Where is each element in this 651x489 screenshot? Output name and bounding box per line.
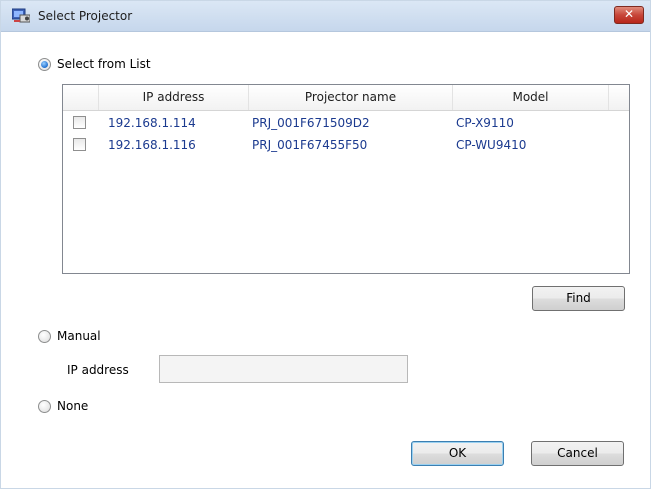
header-model[interactable]: Model: [453, 85, 609, 110]
select-from-list-label[interactable]: Select from List: [57, 57, 151, 71]
close-icon: ✕: [623, 7, 635, 21]
none-label[interactable]: None: [57, 399, 88, 413]
header-ip-address[interactable]: IP address: [99, 85, 249, 110]
ip-address-input[interactable]: [159, 355, 408, 383]
manual-label[interactable]: Manual: [57, 329, 101, 343]
window-title: Select Projector: [38, 9, 133, 23]
projector-app-icon: [11, 7, 31, 23]
close-button[interactable]: ✕: [614, 6, 644, 24]
select-projector-dialog: Select Projector ✕ Select from List IP a…: [0, 0, 651, 489]
none-radio[interactable]: [38, 400, 51, 413]
cancel-button[interactable]: Cancel: [531, 441, 624, 466]
table-row[interactable]: 192.168.1.114 PRJ_001F671509D2 CP-X9110: [63, 112, 629, 134]
row-projector-name: PRJ_001F67455F50: [252, 138, 368, 152]
header-checkbox-column[interactable]: [63, 85, 99, 110]
find-button[interactable]: Find: [532, 286, 625, 311]
header-projector-name[interactable]: Projector name: [249, 85, 453, 110]
row-model: CP-X9110: [456, 116, 514, 130]
title-bar[interactable]: Select Projector ✕: [1, 1, 650, 32]
select-from-list-radio[interactable]: [38, 58, 51, 71]
row-ip-address: 192.168.1.114: [108, 116, 196, 130]
row-checkbox[interactable]: [73, 116, 86, 129]
row-ip-address: 192.168.1.116: [108, 138, 196, 152]
table-row[interactable]: 192.168.1.116 PRJ_001F67455F50 CP-WU9410: [63, 134, 629, 156]
projector-list[interactable]: IP address Projector name Model 192.168.…: [62, 84, 630, 274]
manual-radio[interactable]: [38, 330, 51, 343]
row-checkbox[interactable]: [73, 138, 86, 151]
list-header: IP address Projector name Model: [63, 85, 629, 111]
row-model: CP-WU9410: [456, 138, 527, 152]
row-projector-name: PRJ_001F671509D2: [252, 116, 370, 130]
dialog-body: Select from List IP address Projector na…: [1, 32, 650, 488]
ok-button[interactable]: OK: [411, 441, 504, 466]
ip-address-label: IP address: [67, 363, 129, 377]
